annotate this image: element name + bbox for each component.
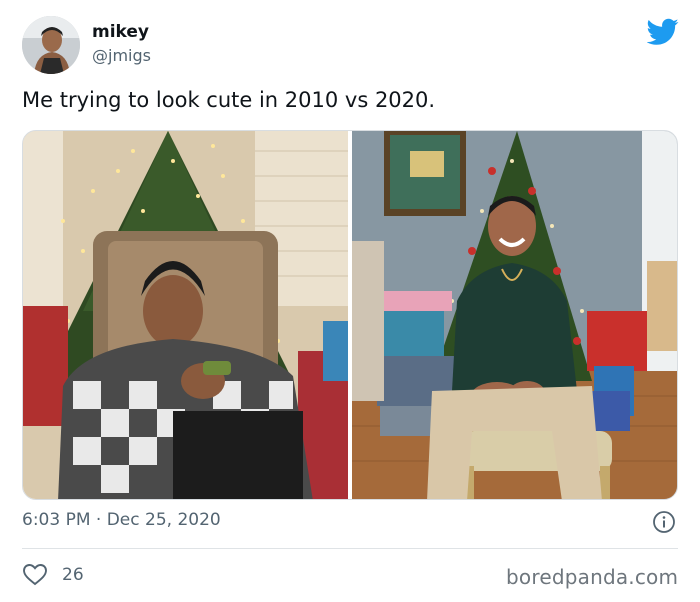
photo-2020-image — [352, 131, 677, 499]
author-handle[interactable]: @jmigs — [92, 46, 151, 65]
avatar[interactable] — [22, 16, 80, 74]
divider — [22, 548, 678, 549]
photo-2020[interactable] — [352, 131, 677, 499]
avatar-photo — [22, 16, 80, 74]
heart-icon[interactable] — [22, 563, 48, 587]
like-count: 26 — [62, 565, 84, 585]
twitter-bird-icon[interactable] — [647, 18, 679, 46]
photo-2010-image — [23, 131, 348, 499]
tweet-timestamp[interactable]: 6:03 PM · Dec 25, 2020 — [22, 510, 221, 530]
info-icon[interactable] — [652, 510, 676, 534]
tweet-text: Me trying to look cute in 2010 vs 2020. — [22, 88, 436, 112]
watermark: boredpanda.com — [506, 565, 679, 589]
author-name[interactable]: mikey — [92, 22, 149, 42]
photo-2010[interactable] — [23, 131, 348, 499]
tweet-media[interactable] — [22, 130, 678, 500]
